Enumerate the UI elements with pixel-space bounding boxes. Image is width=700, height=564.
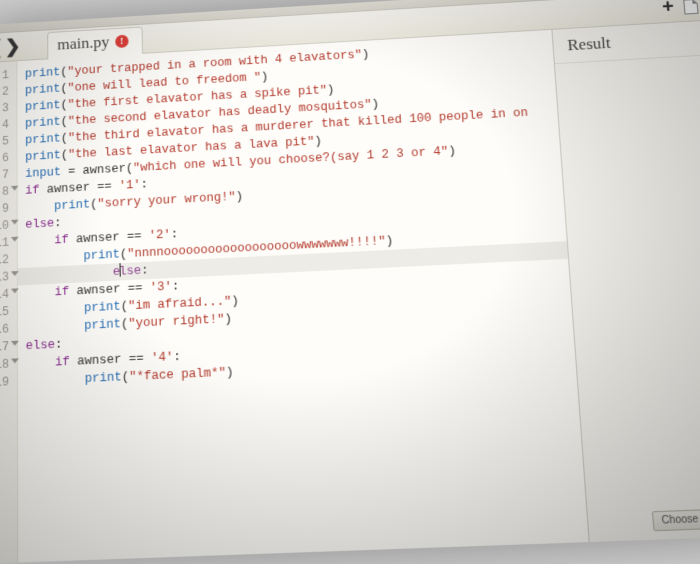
tab-actions: +: [655, 0, 700, 19]
new-tab-button[interactable]: +: [661, 0, 675, 19]
line-number: 16: [0, 320, 17, 339]
choose-addons-button[interactable]: Choose add-ons: [652, 508, 700, 532]
main-split: 12345678910111213141516171819 print("you…: [0, 20, 700, 564]
nav-back-icon[interactable]: ❮: [0, 36, 3, 60]
line-number: 18: [0, 355, 17, 375]
workspace: ❮ ❯ main.py ! + 123456789101112131415161…: [0, 0, 700, 523]
code-editor[interactable]: print("your trapped in a room with 4 ela…: [17, 30, 588, 563]
line-gutter: 12345678910111213141516171819: [0, 61, 18, 564]
tab-error-icon: !: [115, 35, 128, 49]
line-number: 15: [0, 303, 17, 322]
line-number: 19: [0, 373, 17, 393]
line-number: 17: [0, 338, 17, 357]
text-caret: [119, 263, 120, 277]
nav-forward-icon[interactable]: ❯: [5, 35, 21, 59]
tab-filename: main.py: [57, 33, 109, 54]
ide-window: ❮ ❯ main.py ! + 123456789101112131415161…: [0, 0, 700, 564]
new-file-icon[interactable]: [683, 0, 698, 14]
editor-pane: 12345678910111213141516171819 print("you…: [0, 30, 590, 564]
